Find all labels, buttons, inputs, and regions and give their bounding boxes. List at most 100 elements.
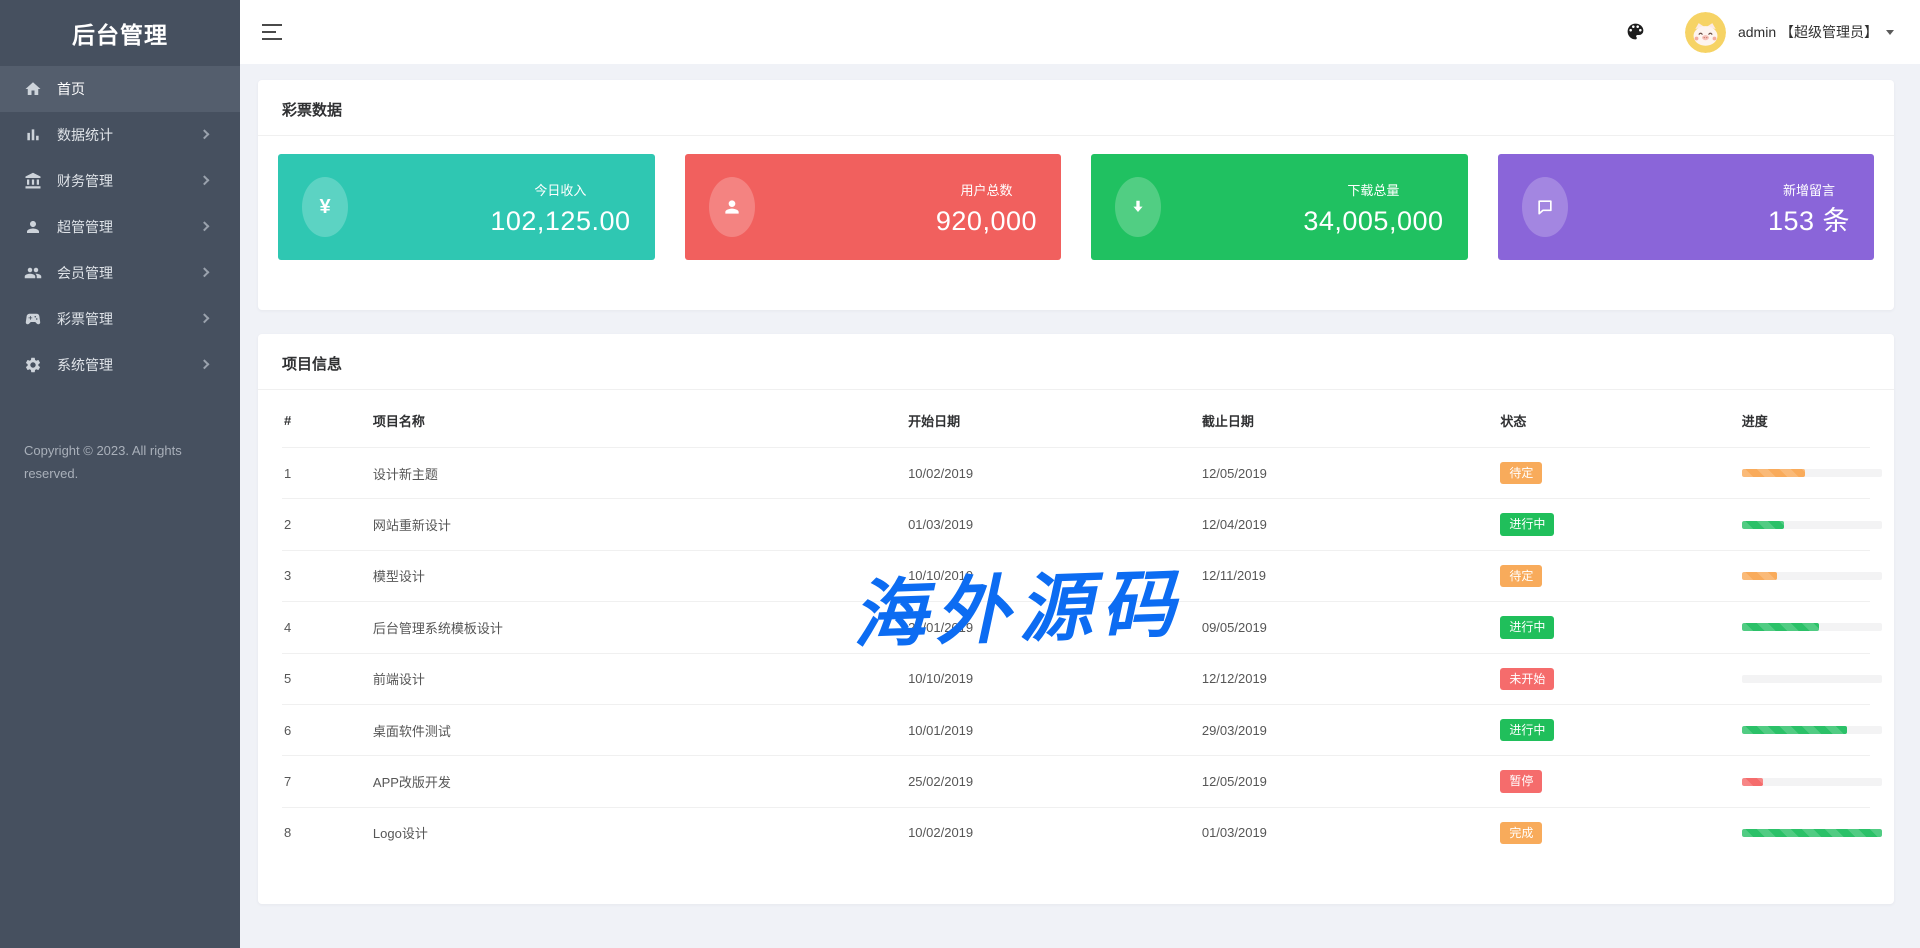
user-dropdown[interactable]: admin 【超级管理员】 <box>1738 22 1894 42</box>
home-icon <box>24 80 42 98</box>
end-date: 12/05/2019 <box>1200 756 1499 807</box>
start-date: 01/03/2019 <box>906 499 1200 550</box>
table-row: 1 设计新主题 10/02/2019 12/05/2019 待定 <box>282 448 1870 499</box>
stat-label: 下载总量 <box>1303 180 1443 199</box>
sidebar-item-lottery[interactable]: 彩票管理 <box>0 296 240 342</box>
end-date: 12/11/2019 <box>1200 550 1499 601</box>
table-row: 2 网站重新设计 01/03/2019 12/04/2019 进行中 <box>282 499 1870 550</box>
caret-down-icon <box>1886 30 1894 35</box>
copyright-text: Copyright © 2023. All rights reserved. <box>0 440 200 486</box>
row-index: 1 <box>282 448 371 499</box>
projects-table-wrap: # 项目名称 开始日期 截止日期 状态 进度 1 设计新主题 10/02/201 <box>258 390 1894 904</box>
progress-bar <box>1742 829 1882 837</box>
download-icon <box>1115 177 1161 237</box>
row-index: 2 <box>282 499 371 550</box>
chevron-right-icon <box>200 175 210 185</box>
sidebar-item-members[interactable]: 会员管理 <box>0 250 240 296</box>
sidebar-item-label: 财务管理 <box>57 171 113 191</box>
status-badge: 待定 <box>1500 565 1542 587</box>
row-index: 4 <box>282 602 371 653</box>
progress-bar <box>1742 572 1882 580</box>
app-title: 后台管理 <box>0 0 240 66</box>
start-date: 10/10/2019 <box>906 653 1200 704</box>
chevron-right-icon <box>200 129 210 139</box>
table-row: 3 模型设计 10/10/2019 12/11/2019 待定 <box>282 550 1870 601</box>
table-row: 4 后台管理系统模板设计 25/01/2019 09/05/2019 进行中 <box>282 602 1870 653</box>
user-avatar[interactable] <box>1685 12 1726 53</box>
bar-chart-icon <box>24 126 42 144</box>
sidebar-item-label: 首页 <box>57 79 85 99</box>
stat-label: 今日收入 <box>490 180 630 199</box>
col-header-name: 项目名称 <box>371 390 906 448</box>
project-name: 网站重新设计 <box>371 499 906 550</box>
lottery-data-panel: 彩票数据 ¥ 今日收入 102,125.00 用户总数 920,000 <box>258 80 1894 310</box>
project-info-panel: 项目信息 # 项目名称 开始日期 截止日期 状态 进度 <box>258 334 1894 904</box>
sidebar-item-home[interactable]: 首页 <box>0 66 240 112</box>
stat-label: 新增留言 <box>1768 180 1850 199</box>
user-name: admin 【超级管理员】 <box>1738 22 1878 42</box>
stat-label: 用户总数 <box>936 180 1037 199</box>
start-date: 10/02/2019 <box>906 807 1200 858</box>
menu-toggle-button[interactable] <box>262 24 284 40</box>
progress-bar <box>1742 726 1882 734</box>
user-icon <box>709 177 755 237</box>
gamepad-icon <box>24 310 42 328</box>
col-header-start: 开始日期 <box>906 390 1200 448</box>
section-title-lottery-data: 彩票数据 <box>258 80 1894 136</box>
col-header-index: # <box>282 390 371 448</box>
progress-bar <box>1742 469 1882 477</box>
sidebar: 后台管理 首页 数据统计 财务管理 超管管理 <box>0 0 240 948</box>
status-badge: 进行中 <box>1500 616 1554 638</box>
sidebar-item-superadmin[interactable]: 超管管理 <box>0 204 240 250</box>
progress-bar <box>1742 675 1882 683</box>
row-index: 6 <box>282 704 371 755</box>
sidebar-item-label: 数据统计 <box>57 125 113 145</box>
content-area: 彩票数据 ¥ 今日收入 102,125.00 用户总数 920,000 <box>240 64 1920 948</box>
end-date: 12/05/2019 <box>1200 448 1499 499</box>
start-date: 25/01/2019 <box>906 602 1200 653</box>
start-date: 10/01/2019 <box>906 704 1200 755</box>
status-badge: 暂停 <box>1500 770 1542 792</box>
gear-icon <box>24 356 42 374</box>
end-date: 09/05/2019 <box>1200 602 1499 653</box>
status-badge: 进行中 <box>1500 719 1554 741</box>
project-name: 设计新主题 <box>371 448 906 499</box>
progress-bar <box>1742 778 1882 786</box>
row-index: 7 <box>282 756 371 807</box>
project-name: 后台管理系统模板设计 <box>371 602 906 653</box>
col-header-end: 截止日期 <box>1200 390 1499 448</box>
progress-bar <box>1742 521 1882 529</box>
main-area: admin 【超级管理员】 彩票数据 ¥ 今日收入 102,125.00 <box>240 0 1920 948</box>
table-row: 5 前端设计 10/10/2019 12/12/2019 未开始 <box>282 653 1870 704</box>
stat-card-users: 用户总数 920,000 <box>685 154 1062 260</box>
stat-value: 34,005,000 <box>1303 208 1443 235</box>
sidebar-item-finance[interactable]: 财务管理 <box>0 158 240 204</box>
chevron-right-icon <box>200 313 210 323</box>
end-date: 01/03/2019 <box>1200 807 1499 858</box>
top-header: admin 【超级管理员】 <box>240 0 1920 64</box>
start-date: 25/02/2019 <box>906 756 1200 807</box>
stat-card-downloads: 下载总量 34,005,000 <box>1091 154 1468 260</box>
chevron-right-icon <box>200 267 210 277</box>
chevron-right-icon <box>200 359 210 369</box>
row-index: 3 <box>282 550 371 601</box>
comment-icon <box>1522 177 1568 237</box>
start-date: 10/10/2019 <box>906 550 1200 601</box>
row-index: 5 <box>282 653 371 704</box>
end-date: 29/03/2019 <box>1200 704 1499 755</box>
stat-value: 102,125.00 <box>490 208 630 235</box>
sidebar-item-statistics[interactable]: 数据统计 <box>0 112 240 158</box>
status-badge: 待定 <box>1500 462 1542 484</box>
sidebar-item-system[interactable]: 系统管理 <box>0 342 240 388</box>
col-header-status: 状态 <box>1498 390 1739 448</box>
row-index: 8 <box>282 807 371 858</box>
theme-palette-icon[interactable] <box>1625 21 1647 43</box>
section-title-project-info: 项目信息 <box>258 334 1894 390</box>
stat-card-income: ¥ 今日收入 102,125.00 <box>278 154 655 260</box>
sidebar-item-label: 超管管理 <box>57 217 113 237</box>
sidebar-item-label: 彩票管理 <box>57 309 113 329</box>
chevron-right-icon <box>200 221 210 231</box>
project-name: 前端设计 <box>371 653 906 704</box>
project-name: 桌面软件测试 <box>371 704 906 755</box>
status-badge: 未开始 <box>1500 668 1554 690</box>
